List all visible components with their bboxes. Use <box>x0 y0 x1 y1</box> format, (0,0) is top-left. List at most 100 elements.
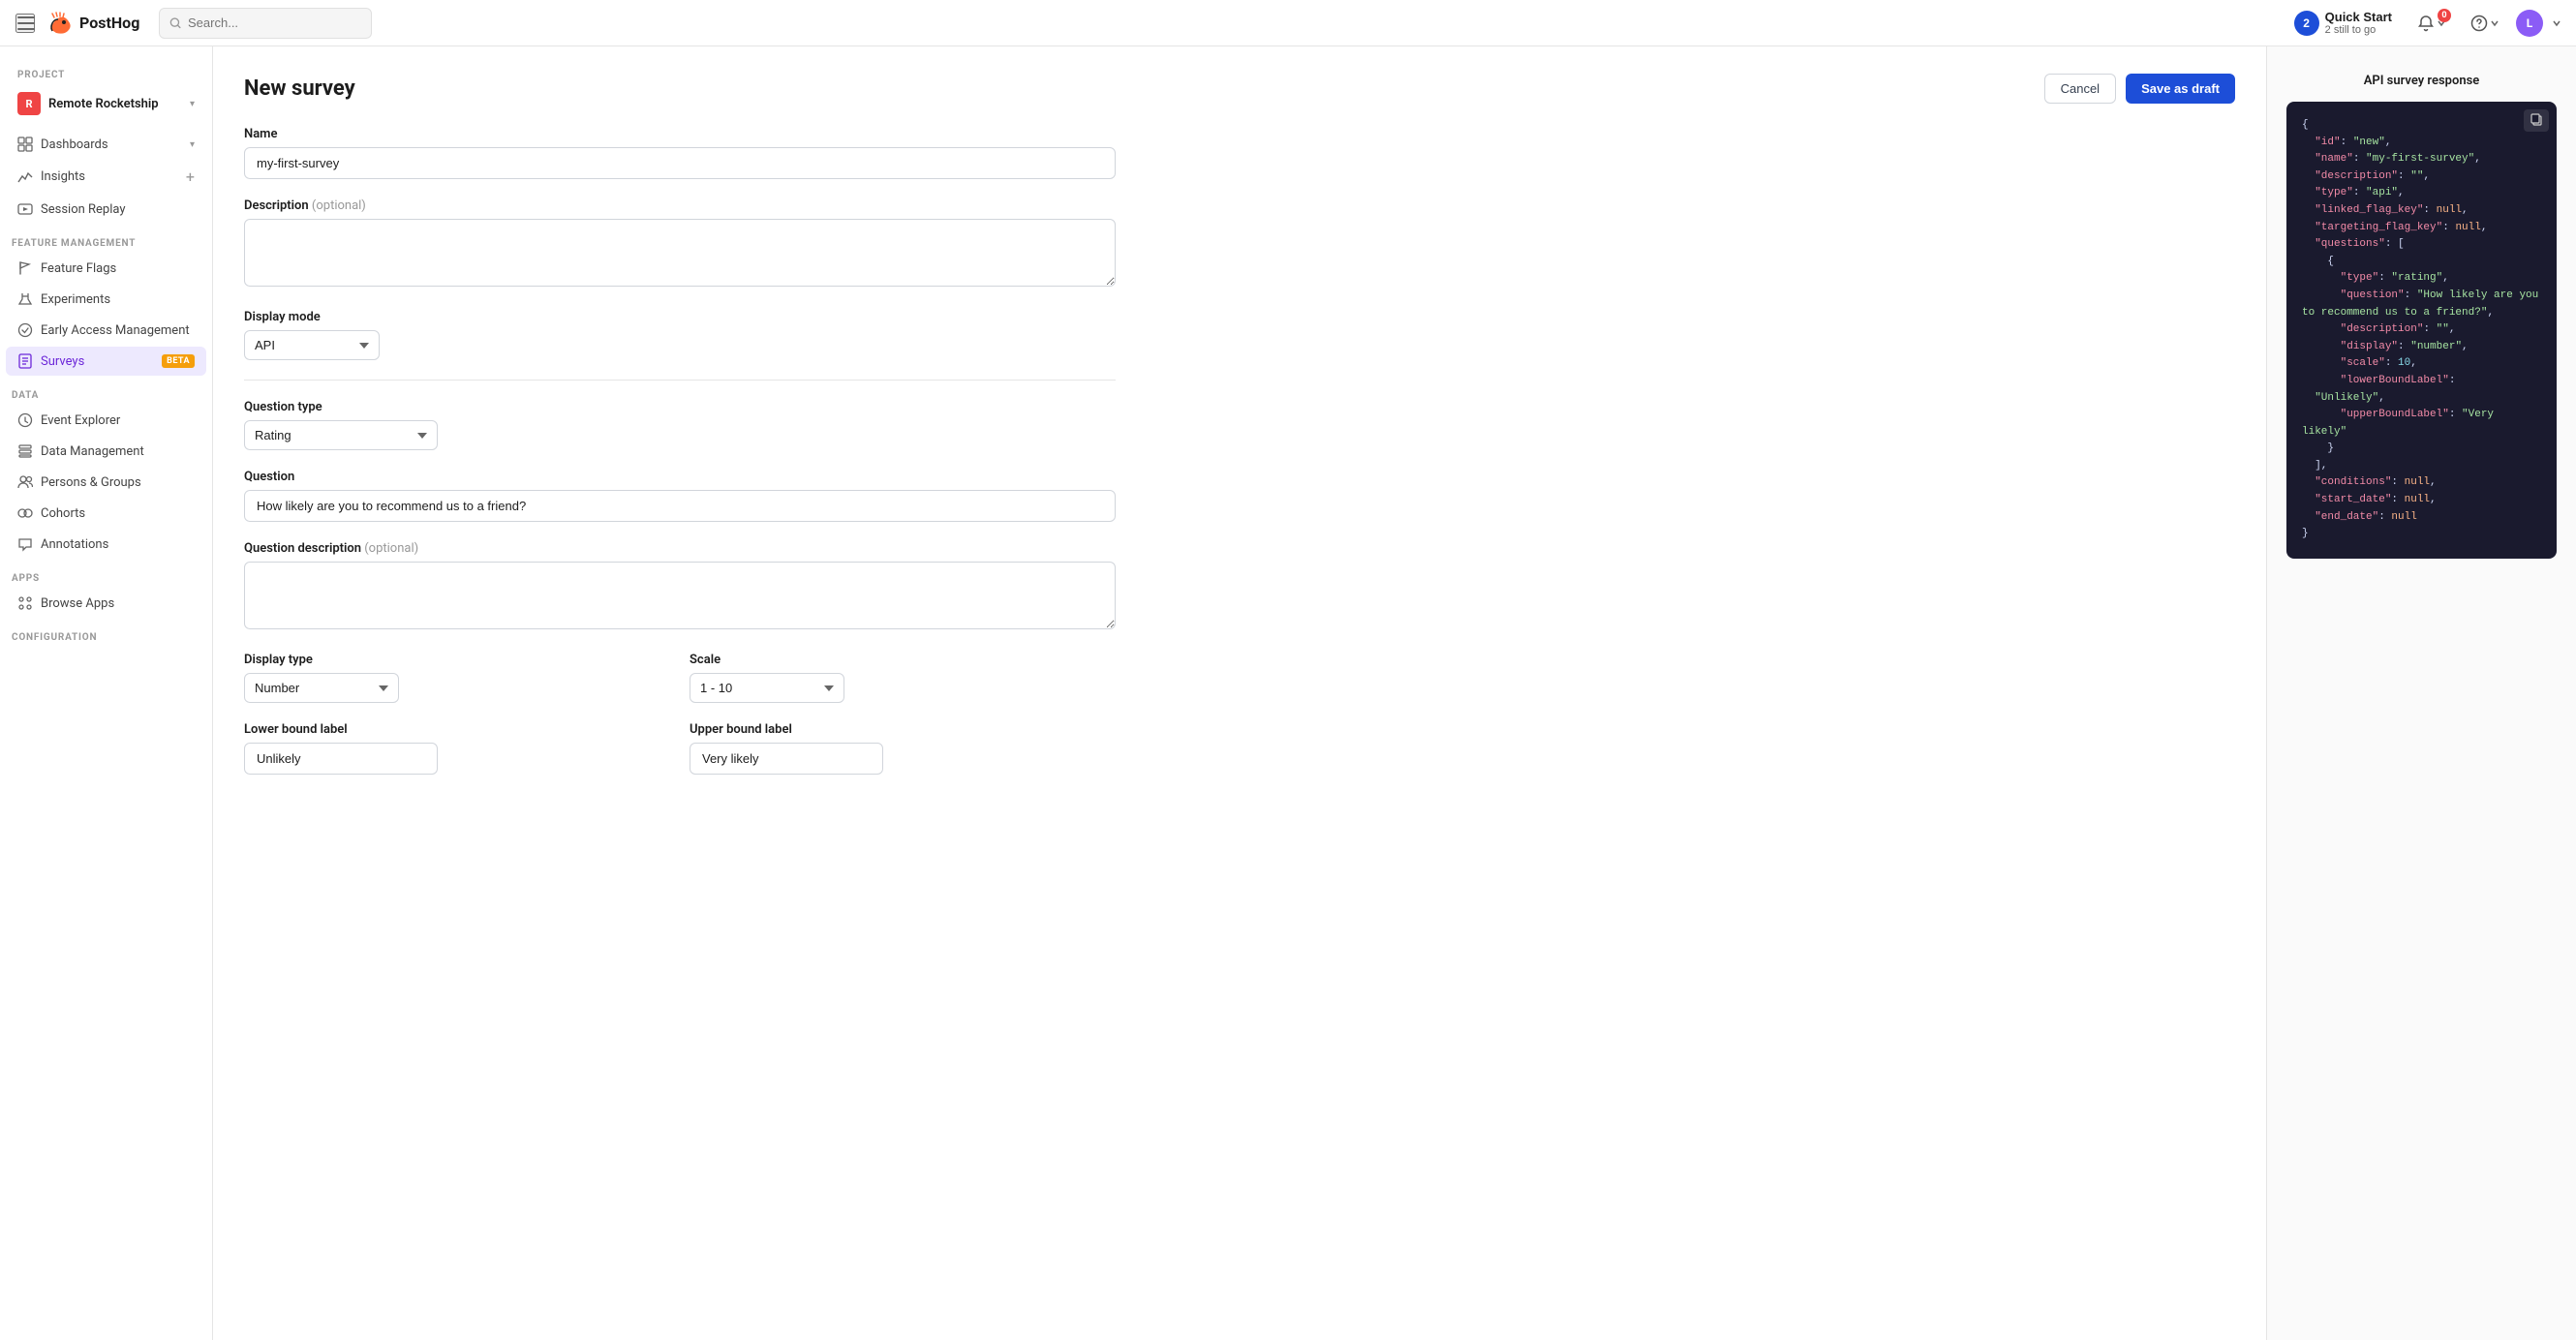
sidebar-item-feature-flags[interactable]: Feature Flags <box>6 254 206 283</box>
sidebar-item-persons-groups[interactable]: Persons & Groups <box>6 468 206 497</box>
bound-labels-row: Lower bound label Upper bound label <box>244 722 1116 794</box>
experiment-icon <box>17 291 33 307</box>
display-mode-select[interactable]: API Popup Widget <box>244 330 380 360</box>
description-group: Description (optional) <box>244 198 1116 290</box>
quickstart-title: Quick Start <box>2325 10 2392 24</box>
bell-icon <box>2417 15 2435 32</box>
sidebar-item-label: Feature Flags <box>41 261 195 276</box>
sidebar-item-label: Surveys <box>41 354 154 369</box>
sidebar-item-label: Session Replay <box>41 202 195 217</box>
search-bar[interactable] <box>159 8 372 39</box>
question-desc-label: Question description (optional) <box>244 541 1116 556</box>
data-icon <box>17 443 33 459</box>
sidebar-project-label: PROJECT <box>6 56 206 84</box>
sidebar-item-dashboards[interactable]: Dashboards ▾ <box>6 130 206 159</box>
question-group: Question <box>244 470 1116 522</box>
add-insight-icon[interactable]: + <box>186 168 195 186</box>
sidebar-item-label: Insights <box>41 169 178 184</box>
sidebar-item-label: Browse Apps <box>41 596 195 611</box>
lower-bound-label: Lower bound label <box>244 722 670 737</box>
search-icon <box>169 16 182 30</box>
sidebar-item-label: Early Access Management <box>41 323 195 338</box>
surveys-icon <box>17 353 33 369</box>
scale-label: Scale <box>690 653 1116 667</box>
project-name: Remote Rocketship <box>48 97 182 111</box>
header-actions: Cancel Save as draft <box>2044 74 2235 104</box>
event-icon <box>17 412 33 428</box>
apps-section-label: APPS <box>0 560 212 588</box>
data-section-label: DATA <box>0 377 212 405</box>
sidebar-item-label: Cohorts <box>41 506 195 521</box>
page-header: New survey Cancel Save as draft <box>244 74 2235 104</box>
logo: PostHog <box>46 10 139 37</box>
sidebar-item-cohorts[interactable]: Cohorts <box>6 499 206 528</box>
question-desc-optional: (optional) <box>364 541 418 556</box>
avatar[interactable]: L <box>2516 10 2543 37</box>
chevron-down-icon <box>2491 19 2499 27</box>
help-button[interactable] <box>2463 11 2506 36</box>
name-label: Name <box>244 127 1116 141</box>
sidebar-item-session-replay[interactable]: Session Replay <box>6 195 206 224</box>
name-group: Name <box>244 127 1116 179</box>
feature-management-header: FEATURE MANAGEMENT <box>0 225 212 253</box>
scale-select[interactable]: 1 - 5 1 - 10 <box>690 673 844 703</box>
cancel-button[interactable]: Cancel <box>2044 74 2116 104</box>
cohorts-icon <box>17 505 33 521</box>
display-mode-label: Display mode <box>244 310 1116 324</box>
display-type-group: Display type Number Emoji <box>244 653 670 703</box>
menu-button[interactable] <box>15 14 35 33</box>
sidebar-expand-icon: ▾ <box>190 139 195 150</box>
early-access-icon <box>17 322 33 338</box>
description-optional: (optional) <box>312 198 366 213</box>
copy-code-button[interactable] <box>2524 109 2549 132</box>
notifications-button[interactable]: 0 <box>2409 11 2453 36</box>
project-selector[interactable]: R Remote Rocketship ▾ <box>6 84 206 123</box>
description-input[interactable] <box>244 219 1116 287</box>
question-desc-input[interactable] <box>244 562 1116 629</box>
sidebar-item-event-explorer[interactable]: Event Explorer <box>6 406 206 435</box>
upper-bound-label: Upper bound label <box>690 722 1116 737</box>
display-type-select[interactable]: Number Emoji <box>244 673 399 703</box>
quickstart-number: 2 <box>2294 11 2319 36</box>
question-type-group: Question type Rating Open Text Single Ch… <box>244 400 1116 450</box>
upper-bound-input[interactable] <box>690 743 883 775</box>
sidebar-item-browse-apps[interactable]: Browse Apps <box>6 589 206 618</box>
lower-bound-group: Lower bound label <box>244 722 670 775</box>
apps-icon <box>17 595 33 611</box>
search-input[interactable] <box>188 15 361 30</box>
config-section-label: CONFIGURATION <box>0 619 212 647</box>
persons-icon <box>17 474 33 490</box>
code-block: { "id": "new", "name": "my-first-survey"… <box>2286 102 2557 559</box>
insights-icon <box>17 169 33 185</box>
sidebar-item-insights[interactable]: Insights + <box>6 161 206 193</box>
project-chevron-icon: ▾ <box>190 99 195 109</box>
sidebar-item-label: Event Explorer <box>41 413 195 428</box>
quickstart-button[interactable]: 2 Quick Start 2 still to go <box>2286 6 2400 40</box>
lower-bound-input[interactable] <box>244 743 438 775</box>
avatar-chevron-icon <box>2553 19 2561 27</box>
help-icon <box>2470 15 2488 32</box>
save-draft-button[interactable]: Save as draft <box>2126 74 2235 104</box>
question-desc-group: Question description (optional) <box>244 541 1116 633</box>
project-avatar: R <box>17 92 41 115</box>
sidebar-item-label: Persons & Groups <box>41 475 195 490</box>
sidebar-item-experiments[interactable]: Experiments <box>6 285 206 314</box>
quickstart-sub: 2 still to go <box>2325 24 2392 36</box>
display-type-label: Display type <box>244 653 670 667</box>
form-divider <box>244 380 1116 381</box>
sidebar-item-label: Data Management <box>41 444 195 459</box>
main-content: New survey Cancel Save as draft Name Des… <box>213 46 2266 1340</box>
question-input[interactable] <box>244 490 1116 522</box>
question-type-select[interactable]: Rating Open Text Single Choice Multiple … <box>244 420 438 450</box>
sidebar-item-early-access[interactable]: Early Access Management <box>6 316 206 345</box>
sidebar-item-annotations[interactable]: Annotations <box>6 530 206 559</box>
sidebar-item-surveys[interactable]: Surveys BETA <box>6 347 206 376</box>
sidebar-item-label: Dashboards <box>41 137 182 152</box>
sidebar-item-data-management[interactable]: Data Management <box>6 437 206 466</box>
description-label: Description (optional) <box>244 198 1116 213</box>
sidebar-item-label: Experiments <box>41 292 195 307</box>
notification-count: 0 <box>2438 9 2451 22</box>
page-title: New survey <box>244 76 355 101</box>
upper-bound-group: Upper bound label <box>690 722 1116 775</box>
name-input[interactable] <box>244 147 1116 179</box>
